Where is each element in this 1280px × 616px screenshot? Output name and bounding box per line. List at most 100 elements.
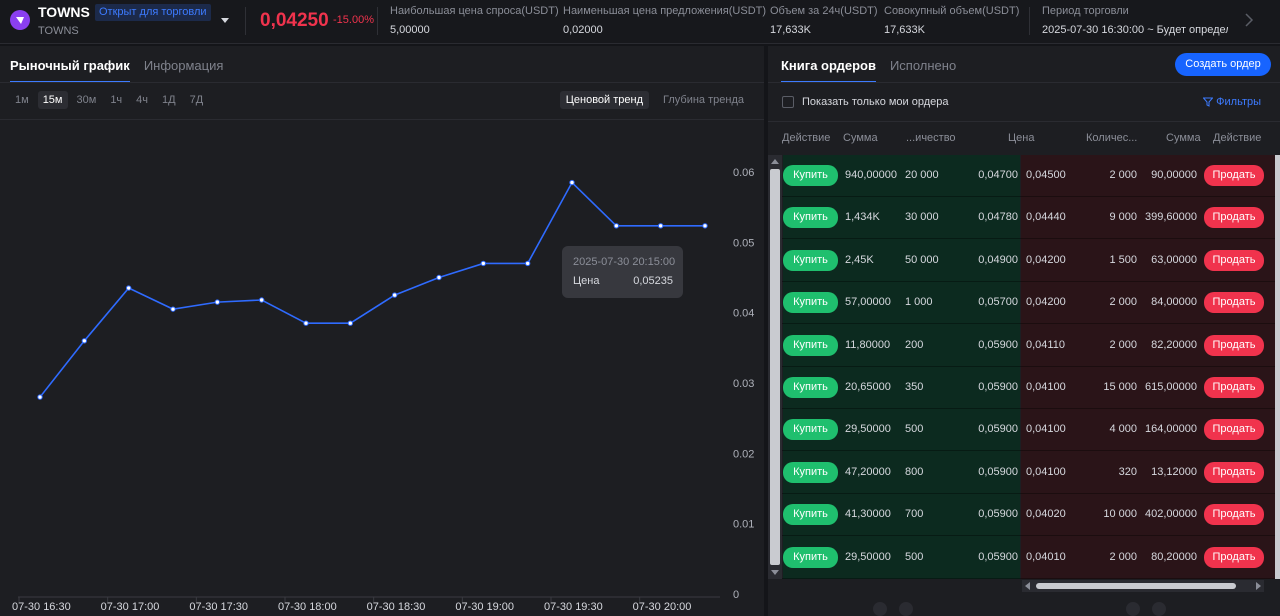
stat-volume-24h: Объем за 24ч(USDT) 17,633K [770,5,878,36]
token-name: TOWNS [38,4,90,20]
ask-sum: 164,00000 [1145,423,1197,436]
asks-horizontal-scrollbar[interactable] [1022,580,1264,592]
timeframe-30m[interactable]: 30м [72,91,102,109]
order-book-rows: Купить 940,00000 20 000 0,04700 0,04500 2 000… [768,155,1280,579]
data-point[interactable] [657,223,664,229]
only-my-orders-toggle[interactable]: Показать только мои ордера [782,96,949,108]
timeframe-15m[interactable]: 15м [37,91,68,109]
bid-sum: 11,80000 [845,338,891,351]
x-tick-label: 07-30 16:30 [12,601,71,613]
tab-information[interactable]: Информация [144,58,224,83]
timeframe-1h[interactable]: 1ч [105,91,127,109]
sell-button[interactable]: Продать [1204,504,1264,526]
stat-label: Период торговли [1042,5,1129,17]
scroll-thumb[interactable] [1275,155,1280,579]
buy-button[interactable]: Купить [783,377,838,398]
filters-button[interactable]: Фильтры [1203,96,1261,108]
data-point[interactable] [613,223,620,229]
mode-price-trend[interactable]: Ценовой тренд [559,91,650,109]
data-point[interactable] [81,338,88,344]
sell-button[interactable]: Продать [1204,461,1264,483]
caret-down-icon[interactable] [220,15,230,25]
data-point[interactable] [702,223,708,229]
scroll-down-icon[interactable] [771,570,779,575]
data-point[interactable] [480,260,487,267]
sell-button[interactable]: Продать [1204,377,1264,398]
only-my-orders-checkbox[interactable] [782,96,794,108]
order-book-row: Купить 1,434K 30 000 0,04780 0,04440 9 000 399… [768,197,1280,240]
asks-scrollbar[interactable] [1275,155,1280,579]
x-tick-label: 07-30 17:00 [101,601,160,613]
buy-button[interactable]: Купить [783,461,838,483]
ask-sum: 615,00000 [1145,381,1197,393]
scroll-thumb[interactable] [770,169,780,565]
stat-best-ask: Наименьшая цена предложения(USDT) 0,0200… [563,5,766,36]
buy-button[interactable]: Купить [783,165,838,186]
ask-sum: 82,20000 [1151,338,1197,351]
data-point[interactable] [391,292,398,298]
pager-prev-icon[interactable] [1126,602,1140,616]
only-my-orders-label: Показать только мои ордера [802,96,949,108]
timeframe-4h[interactable]: 4ч [131,91,153,109]
buy-button[interactable]: Купить [783,249,838,271]
col-buy-qty: ...ичество [906,132,956,144]
timeframe-1m[interactable]: 1м [10,91,34,109]
tab-executed[interactable]: Исполнено [890,58,956,83]
pager-next-icon[interactable] [1152,602,1166,616]
scroll-thumb[interactable] [1036,583,1236,589]
scroll-right-icon[interactable] [1256,582,1261,590]
ask-sum: 399,60000 [1145,211,1197,224]
price-chart[interactable]: 0 0.01 0.02 0.03 0.04 0.05 0.06 07-30 16:30 07-3… [0,120,764,616]
timeframe-1d[interactable]: 1Д [157,91,181,109]
data-point[interactable] [436,274,442,281]
col-sell-sum: Сумма [1166,132,1201,144]
timeframe-selector: 1м 15м 30м 1ч 4ч 1Д 7Д [10,91,208,109]
stat-label: Наибольшая цена спроса(USDT) [390,5,559,17]
create-order-button[interactable]: Создать ордер [1175,53,1271,76]
chevron-right-icon[interactable] [1243,12,1255,28]
data-point[interactable] [170,306,176,312]
data-point[interactable] [303,320,309,326]
data-point[interactable] [569,179,575,186]
bid-sum: 29,50000 [845,550,891,563]
scroll-up-icon[interactable] [771,159,779,164]
pager-next-icon[interactable] [899,602,913,616]
sell-button[interactable]: Продать [1204,546,1264,568]
buy-button[interactable]: Купить [783,504,838,526]
sell-button[interactable]: Продать [1204,165,1264,186]
y-tick-label: 0.04 [733,308,754,320]
data-point[interactable] [524,260,531,267]
divider [0,82,764,83]
x-tick-label: 07-30 19:30 [544,601,603,613]
order-book-scrollbar[interactable] [768,155,782,579]
sell-button[interactable]: Продать [1204,249,1264,271]
bid-price: 0,05900 [978,465,1018,478]
buy-button[interactable]: Купить [783,334,838,356]
asks-pager [1126,602,1166,616]
timeframe-7d[interactable]: 7Д [185,91,209,109]
data-point[interactable] [347,320,354,326]
data-point[interactable] [258,297,265,303]
pager-prev-icon[interactable] [873,602,887,616]
tab-order-book[interactable]: Книга ордеров [781,58,876,83]
bid-qty: 800 [905,465,924,478]
scroll-left-icon[interactable] [1025,582,1030,590]
buy-button[interactable]: Купить [783,546,838,568]
data-point[interactable] [37,394,43,400]
sell-button[interactable]: Продать [1204,207,1264,229]
data-point[interactable] [214,299,221,305]
buy-button[interactable]: Купить [783,419,838,441]
stat-value: 2025-07-30 16:30:00 ~ Будет определен [1042,24,1228,36]
tooltip-label: Цена [573,275,600,287]
data-point[interactable] [125,285,132,291]
sell-button[interactable]: Продать [1204,292,1264,314]
bid-price: 0,04900 [978,253,1018,266]
sell-button[interactable]: Продать [1204,334,1264,356]
sell-button[interactable]: Продать [1204,419,1264,441]
mode-depth-trend[interactable]: Глубина тренда [657,91,750,109]
buy-button[interactable]: Купить [783,207,838,229]
bid-qty: 350 [905,381,924,393]
tab-market-chart[interactable]: Рыночный график [10,58,130,83]
buy-button[interactable]: Купить [783,292,838,314]
stat-label: Объем за 24ч(USDT) [770,5,878,17]
